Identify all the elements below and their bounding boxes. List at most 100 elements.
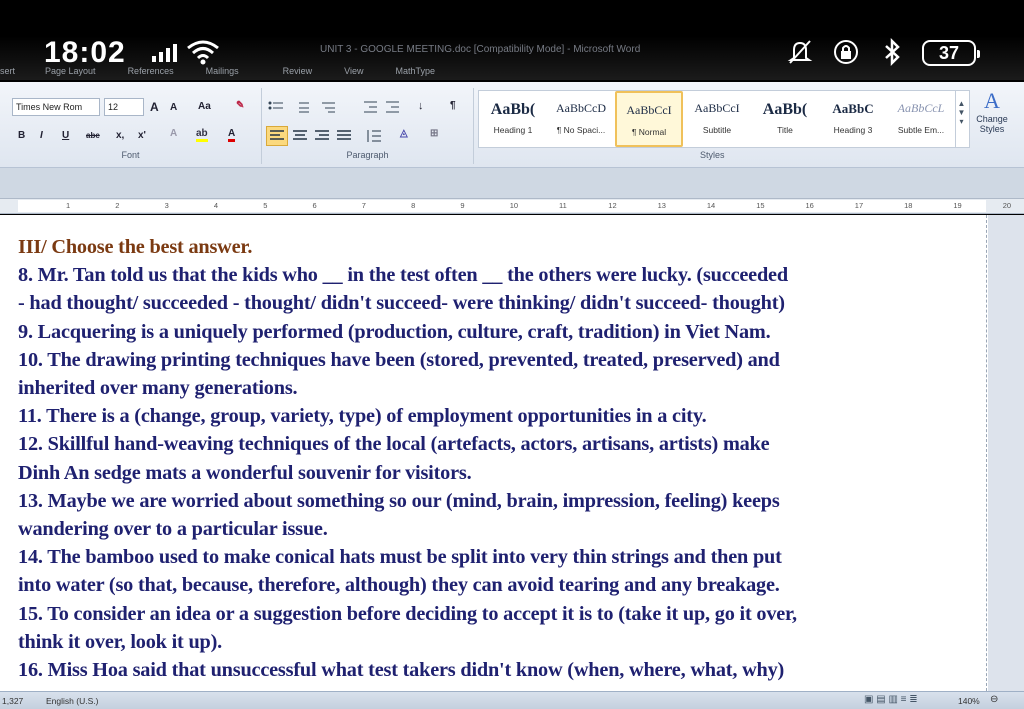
document-page[interactable]: III/ Choose the best answer. 8. Mr. Tan …: [0, 215, 988, 691]
ruler-band: [0, 168, 1024, 198]
style-subtle-emphasis[interactable]: AaBbCcL Subtle Em...: [887, 91, 955, 147]
strikethrough-button[interactable]: abe: [86, 131, 100, 140]
font-name-box[interactable]: Times New Rom: [12, 98, 100, 116]
bold-button[interactable]: B: [18, 130, 25, 141]
word-count[interactable]: 1,327: [2, 696, 23, 706]
ruler-number: 8: [411, 201, 416, 210]
font-color-icon[interactable]: A: [228, 128, 236, 142]
zoom-out-icon[interactable]: ⊖: [990, 694, 998, 705]
ruler-number: 7: [361, 201, 366, 210]
justify-icon[interactable]: [336, 129, 352, 143]
question-line: 12. Skillful hand-weaving techniques of …: [18, 433, 770, 456]
ruler-number: 6: [312, 201, 317, 210]
text-effects-icon[interactable]: A: [170, 128, 177, 139]
subscript-button[interactable]: x,: [116, 130, 124, 141]
document-text[interactable]: III/ Choose the best answer. 8. Mr. Tan …: [18, 233, 990, 684]
question-line: - had thought/ succeeded - thought/ didn…: [18, 292, 785, 315]
superscript-button[interactable]: x': [138, 130, 146, 141]
line-spacing-icon[interactable]: [366, 129, 382, 143]
style-name: Title: [777, 125, 793, 135]
question-line: inherited over many generations.: [18, 377, 298, 400]
change-styles-button[interactable]: A Change Styles: [970, 88, 1014, 150]
right-margin-guide: [986, 215, 987, 691]
style-name: ¶ Normal: [631, 127, 667, 137]
ruler-number: 20: [1002, 201, 1012, 210]
ruler-number: 19: [953, 201, 962, 210]
ruler-number: 2: [115, 201, 120, 210]
rotation-lock-icon: [834, 40, 858, 64]
section-heading: III/ Choose the best answer.: [18, 236, 253, 258]
styles-gallery: AaBb( Heading 1 AaBbCcD ¶ No Spaci... Aa…: [478, 90, 970, 148]
change-styles-label: Change Styles: [976, 114, 1008, 134]
tab-mathtype[interactable]: MathType: [379, 66, 451, 82]
multilevel-list-icon[interactable]: [320, 100, 336, 114]
style-preview: AaBbCcI: [626, 103, 672, 117]
ruler-number: 3: [164, 201, 169, 210]
bluetooth-icon: [885, 38, 900, 66]
italic-button[interactable]: I: [40, 130, 43, 141]
font-size-box[interactable]: 12: [104, 98, 144, 116]
style-title[interactable]: AaBb( Title: [751, 91, 819, 147]
ruler-number: 12: [608, 201, 617, 210]
paragraph-group-label: Paragraph: [346, 150, 389, 160]
tab-view[interactable]: View: [328, 66, 379, 82]
horizontal-ruler[interactable]: 1 2 3 4 5 6 7 8 9 10 11 12 13 14 15 16 17 18 19 20: [0, 198, 1024, 214]
bullets-icon[interactable]: [268, 100, 284, 114]
styles-group-label: Styles: [700, 150, 725, 160]
style-preview: AaBbCcL: [897, 101, 945, 115]
style-subtitle[interactable]: AaBbCcI Subtitle: [683, 91, 751, 147]
question-line: into water (so that, because, therefore,…: [18, 574, 780, 597]
clear-format-icon[interactable]: ✎: [236, 100, 244, 111]
ruler-number: 14: [706, 201, 716, 210]
style-preview: AaBbCcD: [556, 101, 606, 115]
question-line: 13. Maybe we are worried about something…: [18, 489, 780, 512]
shading-icon[interactable]: ◬: [400, 128, 408, 139]
question-line: 8. Mr. Tan told us that the kids who __ …: [18, 264, 788, 287]
word-status-bar: 1,327 English (U.S.) ▣ ▤ ▥ ≡ ≣ 140% ⊖: [0, 691, 1024, 709]
shrink-font-button[interactable]: A: [170, 102, 177, 113]
increase-indent-icon[interactable]: [384, 100, 400, 114]
tab-insert[interactable]: sert: [0, 66, 31, 82]
question-line: 9. Lacquering is a uniquely performed (p…: [18, 320, 771, 343]
change-case-button[interactable]: Aa: [198, 101, 211, 112]
style-normal[interactable]: AaBbCcI ¶ Normal: [615, 91, 683, 147]
tab-page-layout[interactable]: Page Layout: [31, 66, 112, 82]
document-area[interactable]: III/ Choose the best answer. 8. Mr. Tan …: [0, 215, 1024, 691]
styles-scroll-icon[interactable]: ▲ ▼ ▾: [955, 91, 967, 147]
align-center-icon[interactable]: [292, 129, 308, 143]
ruler-number: 9: [460, 201, 465, 210]
language-indicator[interactable]: English (U.S.): [46, 696, 98, 706]
paragraph-group: ↓ ¶ ◬ ⊞ Paragraph: [262, 88, 474, 164]
style-heading-1[interactable]: AaBb( Heading 1: [479, 91, 547, 147]
numbering-icon[interactable]: [294, 100, 310, 114]
mute-icon: [787, 40, 813, 64]
tab-references[interactable]: References: [112, 66, 190, 82]
style-preview: AaBb(: [490, 101, 536, 118]
font-group: Times New Rom 12 A A Aa ✎ B I U abe x, x…: [0, 88, 262, 164]
highlight-icon[interactable]: ab: [196, 128, 208, 142]
window-title: UNIT 3 - GOOGLE MEETING.doc [Compatibili…: [320, 44, 641, 55]
grow-font-button[interactable]: A: [150, 100, 159, 114]
style-name: Heading 1: [493, 125, 533, 135]
style-name: Heading 3: [833, 125, 873, 135]
battery-indicator: 37: [922, 40, 980, 66]
tab-mailings[interactable]: Mailings: [190, 66, 255, 82]
style-heading-3[interactable]: AaBbC Heading 3: [819, 91, 887, 147]
style-no-spacing[interactable]: AaBbCcD ¶ No Spaci...: [547, 91, 615, 147]
question-lines: 8. Mr. Tan told us that the kids who __ …: [18, 261, 990, 684]
zoom-level[interactable]: 140%: [958, 696, 980, 706]
ruler-number: 17: [854, 201, 864, 210]
align-right-icon[interactable]: [314, 129, 330, 143]
show-marks-icon[interactable]: ¶: [450, 100, 456, 111]
align-left-icon[interactable]: [269, 129, 285, 143]
ruler-number: 5: [263, 201, 268, 210]
tab-review[interactable]: Review: [255, 66, 329, 82]
underline-button[interactable]: U: [62, 130, 69, 141]
question-line: wandering over to a particular issue.: [18, 518, 328, 541]
borders-icon[interactable]: ⊞: [430, 128, 438, 139]
font-group-label: Font: [121, 150, 140, 160]
view-buttons-icon[interactable]: ▣ ▤ ▥ ≡ ≣: [864, 694, 918, 705]
decrease-indent-icon[interactable]: [362, 100, 378, 114]
sort-icon[interactable]: ↓: [418, 100, 424, 112]
signal-icon: [152, 44, 177, 62]
